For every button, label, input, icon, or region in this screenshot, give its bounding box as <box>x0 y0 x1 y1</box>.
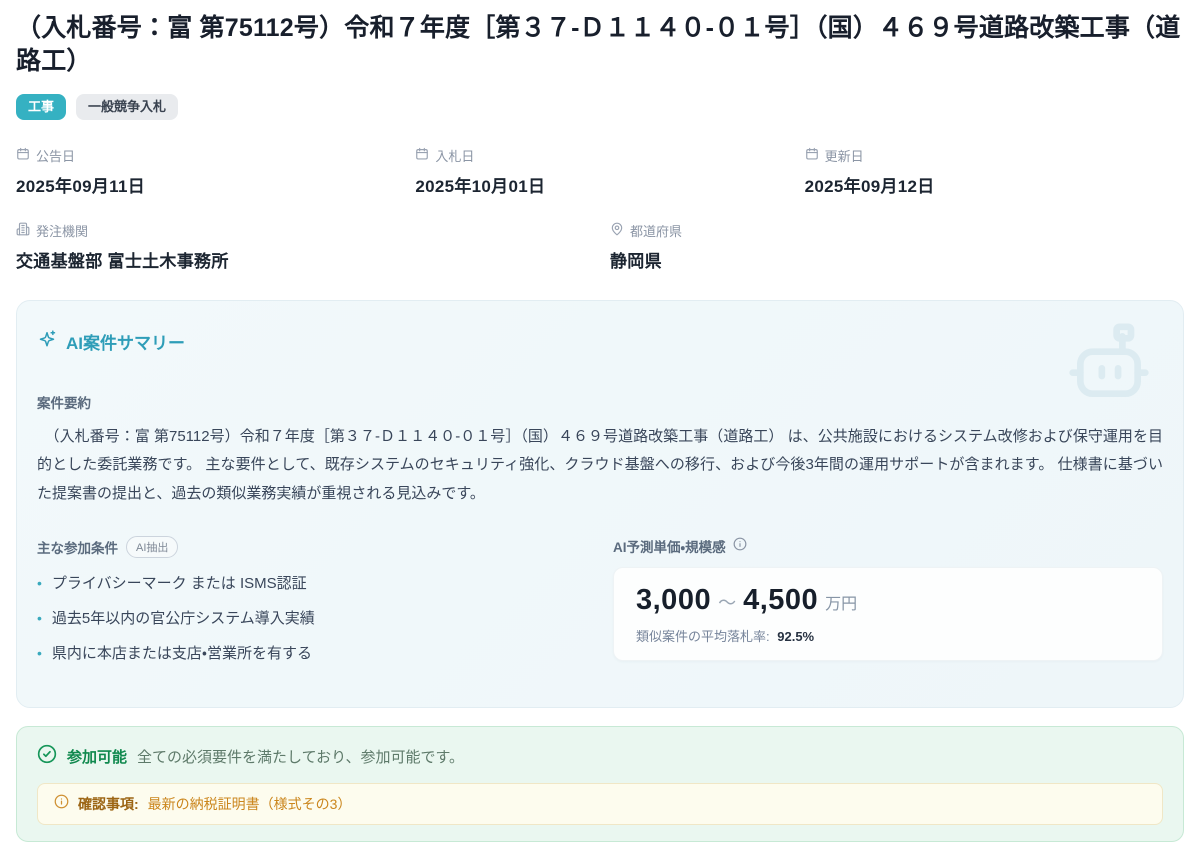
note-label: 確認事項: <box>78 794 139 814</box>
eligibility-banner: 参加可能 全ての必須要件を満たしており、参加可能です。 確認事項: 最新の納税証… <box>16 726 1184 842</box>
prefecture-value: 静岡県 <box>610 247 1184 272</box>
agency-value: 交通基盤部 富士土木事務所 <box>16 247 600 272</box>
calendar-icon <box>805 147 819 164</box>
conditions-section: 主な参加条件 AI抽出 • プライバシーマーク または ISMS認証 • 過去5… <box>37 536 587 677</box>
summary-section-label: 案件要約 <box>37 392 1163 412</box>
rate-value: 92.5% <box>777 629 814 644</box>
update-date-value: 2025年09月12日 <box>805 172 1184 197</box>
price-unit: 万円 <box>825 590 857 614</box>
agency-field: 発注機関 交通基盤部 富士土木事務所 <box>16 221 600 272</box>
map-pin-icon <box>610 222 624 239</box>
price-min: 3,000 <box>636 584 711 617</box>
rate-label: 類似案件の平均落札率: <box>636 629 770 644</box>
info-icon[interactable] <box>733 537 747 556</box>
conditions-label: 主な参加条件 <box>37 537 118 557</box>
eligibility-status-text: 全ての必須要件を満たしており、参加可能です。 <box>137 746 464 767</box>
info-icon <box>54 794 69 814</box>
price-max: 4,500 <box>743 584 818 617</box>
check-circle-icon <box>37 744 57 769</box>
announce-date-label: 公告日 <box>36 146 75 165</box>
estimate-label: AI予測単価・規模感 <box>613 536 726 556</box>
update-date-label: 更新日 <box>825 146 864 165</box>
conditions-list: • プライバシーマーク または ISMS認証 • 過去5年以内の官公庁システム導… <box>37 572 587 663</box>
announce-date-field: 公告日 2025年09月11日 <box>16 146 405 197</box>
prefecture-field: 都道府県 静岡県 <box>600 221 1184 272</box>
bid-date-value: 2025年10月01日 <box>415 172 794 197</box>
bid-date-field: 入札日 2025年10月01日 <box>405 146 794 197</box>
page-title: （入札番号：富 第75112号）令和７年度［第３７-Ｄ１１４０-０１号］（国）４… <box>16 10 1184 77</box>
estimate-box: 3,000 ～ 4,500 万円 類似案件の平均落札率: 92.5% <box>613 567 1163 661</box>
condition-text: 県内に本店または支店・営業所を有する <box>52 642 312 663</box>
update-date-field: 更新日 2025年09月12日 <box>795 146 1184 197</box>
confirmation-note: 確認事項: 最新の納税証明書（様式その3） <box>37 783 1163 825</box>
ai-summary-card: AI案件サマリー 案件要約 （入札番号：富 第75112号）令和７年度［第３７-… <box>16 300 1184 709</box>
condition-text: プライバシーマーク または ISMS認証 <box>52 572 307 593</box>
building-icon <box>16 222 30 239</box>
bullet-dot: • <box>37 645 42 661</box>
condition-item: • プライバシーマーク または ISMS認証 <box>37 572 587 593</box>
estimate-section: AI予測単価・規模感 3,000 ～ 4,500 万円 類似案件の平均落札率: … <box>613 536 1163 661</box>
ai-summary-header: AI案件サマリー <box>37 329 1163 354</box>
price-separator: ～ <box>718 589 736 615</box>
calendar-icon <box>16 147 30 164</box>
ai-extract-badge: AI抽出 <box>126 536 178 558</box>
agency-label: 発注機関 <box>36 221 88 240</box>
condition-text: 過去5年以内の官公庁システム導入実績 <box>52 607 315 628</box>
bid-method-badge: 一般競争入札 <box>76 94 178 120</box>
badge-row: 工事 一般競争入札 <box>16 94 1184 120</box>
condition-item: • 県内に本店または支店・営業所を有する <box>37 642 587 663</box>
bullet-dot: • <box>37 610 42 626</box>
calendar-icon <box>415 147 429 164</box>
ai-summary-title: AI案件サマリー <box>66 329 185 354</box>
note-text: 最新の納税証明書（様式その3） <box>148 794 352 814</box>
bid-date-label: 入札日 <box>435 146 474 165</box>
summary-text: （入札番号：富 第75112号）令和７年度［第３７-Ｄ１１４０-０１号］（国）４… <box>37 423 1163 509</box>
announce-date-value: 2025年09月11日 <box>16 172 405 197</box>
eligibility-status: 参加可能 <box>67 746 127 767</box>
prefecture-label: 都道府県 <box>630 221 682 240</box>
condition-item: • 過去5年以内の官公庁システム導入実績 <box>37 607 587 628</box>
bullet-dot: • <box>37 575 42 591</box>
category-badge: 工事 <box>16 94 66 120</box>
sparkles-icon <box>37 329 57 354</box>
meta-section: 公告日 2025年09月11日 入札日 2025年10月01日 更新日 2025… <box>16 146 1184 272</box>
